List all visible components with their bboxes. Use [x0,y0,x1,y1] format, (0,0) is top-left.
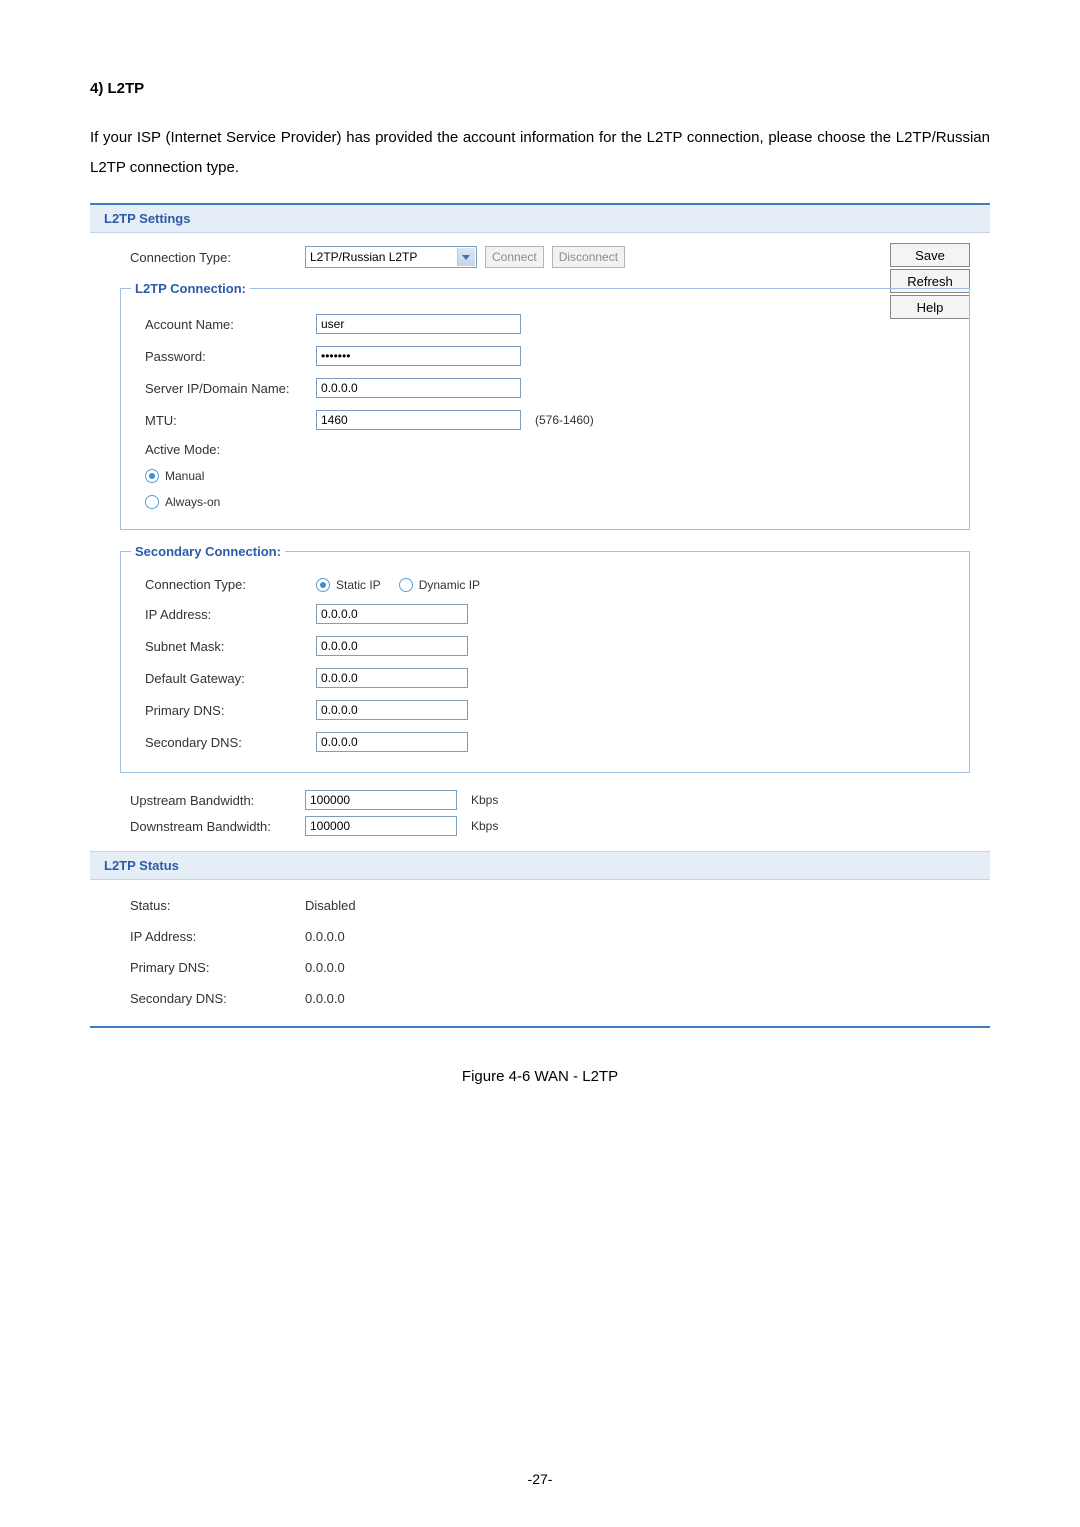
upstream-unit: Kbps [465,793,498,807]
server-label: Server IP/Domain Name: [121,381,316,396]
upstream-bandwidth-label: Upstream Bandwidth: [90,793,305,808]
status-sdns-label: Secondary DNS: [90,991,305,1006]
mtu-input[interactable] [316,410,521,430]
config-panel: L2TP Settings Save Refresh Help Connecti… [90,203,990,1028]
always-on-radio-option[interactable]: Always-on [145,495,220,509]
manual-radio-option[interactable]: Manual [145,469,204,483]
dynamic-ip-radio-option[interactable]: Dynamic IP [399,578,480,592]
section-heading: 4) L2TP [90,80,990,97]
mtu-hint: (576-1460) [529,413,594,427]
l2tp-settings-header: L2TP Settings [90,205,990,233]
upstream-bandwidth-input[interactable] [305,790,457,810]
disconnect-button[interactable]: Disconnect [552,246,625,268]
downstream-unit: Kbps [465,819,498,833]
save-button[interactable]: Save [890,243,970,267]
connect-button[interactable]: Connect [485,246,544,268]
account-name-label: Account Name: [121,317,316,332]
page-number: -27- [0,1471,1080,1487]
subnet-mask-input[interactable] [316,636,468,656]
radio-checked-icon [145,469,159,483]
ip-address-label: IP Address: [121,607,316,622]
status-pdns-value: 0.0.0.0 [305,960,345,975]
secondary-connection-group: Secondary Connection: Connection Type: S… [120,544,970,773]
dynamic-ip-radio-label: Dynamic IP [419,578,480,592]
page-content: 4) L2TP If your ISP (Internet Service Pr… [0,0,1080,1085]
static-ip-radio-option[interactable]: Static IP [316,578,381,592]
connection-type-label: Connection Type: [90,250,305,265]
status-ip-value: 0.0.0.0 [305,929,345,944]
primary-dns-input[interactable] [316,700,468,720]
static-ip-radio-label: Static IP [336,578,381,592]
secondary-dns-label: Secondary DNS: [121,735,316,750]
password-input[interactable] [316,346,521,366]
subnet-mask-label: Subnet Mask: [121,639,316,654]
figure-caption: Figure 4-6 WAN - L2TP [90,1068,990,1085]
downstream-bandwidth-input[interactable] [305,816,457,836]
secondary-connection-legend: Secondary Connection: [131,544,285,559]
server-input[interactable] [316,378,521,398]
always-on-radio-label: Always-on [165,495,220,509]
status-ip-label: IP Address: [90,929,305,944]
status-label: Status: [90,898,305,913]
active-mode-label: Active Mode: [121,442,316,457]
l2tp-connection-legend: L2TP Connection: [131,281,250,296]
l2tp-connection-group: L2TP Connection: Account Name: Password:… [120,281,970,530]
default-gateway-label: Default Gateway: [121,671,316,686]
status-body: Status: Disabled IP Address: 0.0.0.0 Pri… [90,880,990,1026]
connection-type-select-wrap: L2TP/Russian L2TP [305,246,477,268]
sec-conn-type-label: Connection Type: [121,577,316,592]
account-name-input[interactable] [316,314,521,334]
password-label: Password: [121,349,316,364]
radio-unchecked-icon [399,578,413,592]
default-gateway-input[interactable] [316,668,468,688]
ip-address-input[interactable] [316,604,468,624]
settings-body: Save Refresh Help Connection Type: L2TP/… [90,233,990,851]
manual-radio-label: Manual [165,469,204,483]
primary-dns-label: Primary DNS: [121,703,316,718]
mtu-label: MTU: [121,413,316,428]
status-pdns-label: Primary DNS: [90,960,305,975]
intro-paragraph: If your ISP (Internet Service Provider) … [90,123,990,183]
radio-unchecked-icon [145,495,159,509]
radio-checked-icon [316,578,330,592]
status-value: Disabled [305,898,356,913]
downstream-bandwidth-label: Downstream Bandwidth: [90,819,305,834]
connection-type-select[interactable]: L2TP/Russian L2TP [305,246,477,268]
status-sdns-value: 0.0.0.0 [305,991,345,1006]
secondary-dns-input[interactable] [316,732,468,752]
l2tp-status-header: L2TP Status [90,851,990,880]
